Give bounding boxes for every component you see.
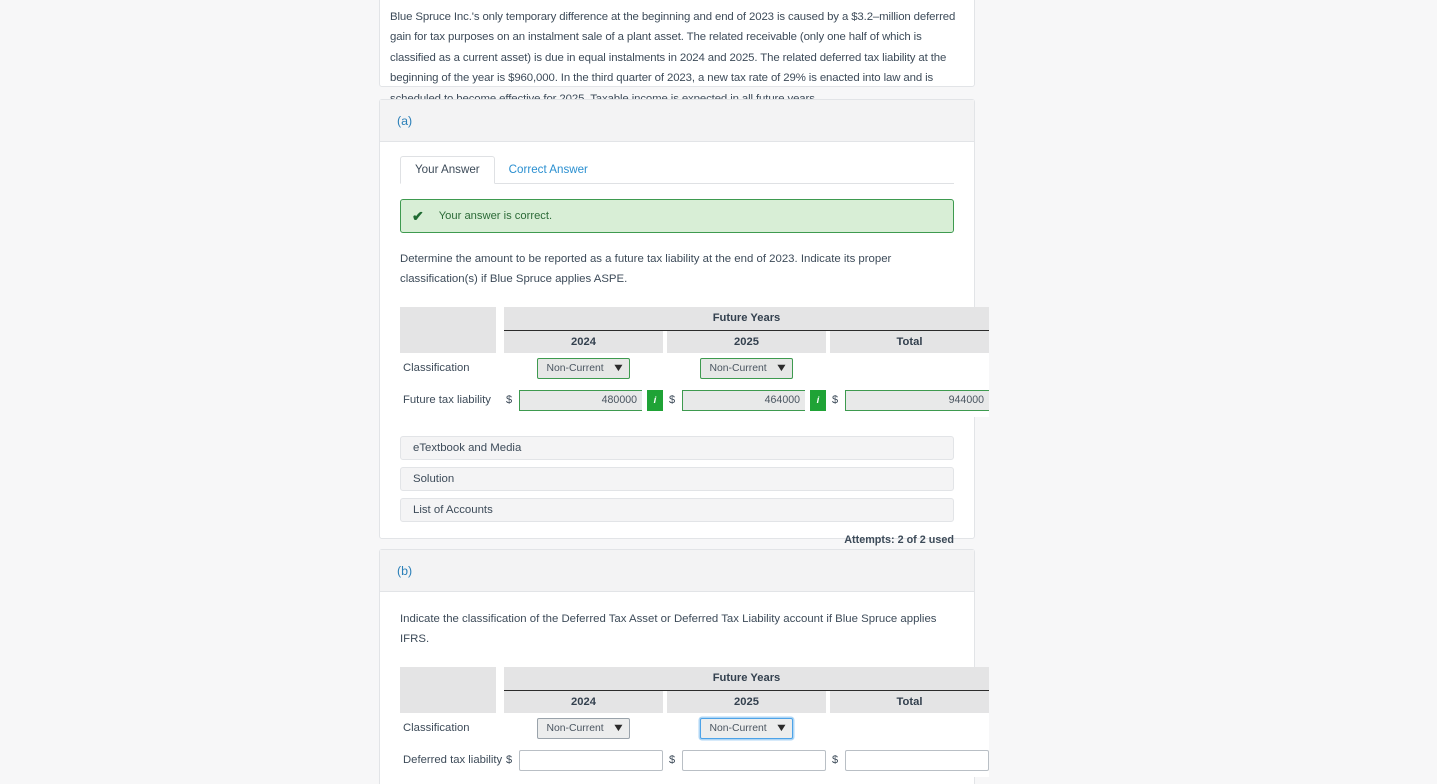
solution-button-a[interactable]: Solution — [400, 467, 954, 492]
header-spacer-label-b — [400, 667, 496, 691]
currency-symbol: $ — [506, 754, 513, 767]
info-badge-2025-icon[interactable]: i — [810, 389, 826, 411]
deferred-tax-liability-2024-input[interactable] — [519, 749, 663, 771]
part-b-card: (b) Indicate the classification of the D… — [379, 549, 989, 784]
part-a-label: (a) — [397, 113, 413, 128]
part-a-tabs: Your Answer Correct Answer — [400, 153, 954, 184]
classification-select-2025-a-value: Non-Current — [709, 362, 767, 374]
deferred-tax-liability-total-input[interactable] — [845, 749, 989, 771]
cell-amount-2024-a: $ 480000 i — [504, 383, 663, 418]
part-b-body: Indicate the classification of the Defer… — [380, 610, 989, 784]
part-b-header: (b) — [380, 550, 974, 592]
table-row-deferred-tax-liability: Deferred tax liability $ $ $ — [400, 743, 989, 778]
part-b-label: (b) — [397, 563, 413, 578]
problem-statement-text: Blue Spruce Inc.'s only temporary differ… — [390, 11, 956, 105]
row-label-deferred-tax-liability: Deferred tax liability — [400, 743, 502, 778]
classification-select-2025-b-value: Non-Current — [709, 722, 767, 734]
part-a-table: Future Years 2024 2025 Total Classificat… — [400, 307, 989, 418]
chevron-down-icon: ▼ — [611, 721, 625, 734]
part-a-accordion-list: eTextbook and Media Solution List of Acc… — [400, 436, 954, 523]
header-blank-gap — [496, 330, 504, 354]
classification-select-2024-b-value: Non-Current — [546, 722, 604, 734]
classification-select-2024-b[interactable]: Non-Current ▼ — [537, 717, 630, 739]
cell-amount-total-b: $ — [830, 743, 989, 778]
chevron-down-icon: ▼ — [774, 361, 788, 374]
check-icon: ✔ — [412, 208, 424, 224]
cell-classification-total-a — [830, 353, 989, 384]
cell-amount-2024-b: $ — [504, 743, 663, 778]
table-group-header-row: Future Years — [400, 307, 989, 331]
row-gap-a1 — [496, 353, 504, 384]
cell-classification-2025-a: Non-Current ▼ — [667, 353, 826, 384]
part-a-card: (a) Your Answer Correct Answer ✔ Your an… — [379, 99, 989, 546]
cell-amount-total-a: $ 944000 — [830, 383, 989, 418]
cell-classification-2024-a: Non-Current ▼ — [504, 353, 663, 384]
deferred-tax-liability-2025-input[interactable] — [682, 749, 826, 771]
page-root: Blue Spruce Inc.'s only temporary differ… — [0, 0, 1437, 784]
list-of-accounts-button-a[interactable]: List of Accounts — [400, 498, 954, 523]
classification-select-2025-a[interactable]: Non-Current ▼ — [700, 357, 793, 379]
part-b-table: Future Years 2024 2025 Total Classificat… — [400, 667, 989, 778]
row-label-classification-a: Classification — [400, 353, 496, 384]
chevron-down-icon: ▼ — [774, 721, 788, 734]
info-badge-2024-icon[interactable]: i — [647, 389, 663, 411]
row-gap-b1 — [496, 713, 504, 744]
chevron-down-icon: ▼ — [611, 361, 625, 374]
column-header-2024: 2024 — [504, 330, 663, 354]
tab-correct-answer[interactable]: Correct Answer — [495, 157, 602, 183]
table-row-classification-b: Classification Non-Current ▼ Non-Current… — [400, 713, 989, 744]
header-blank-gap-b — [496, 690, 504, 714]
future-tax-liability-2025-input[interactable]: 464000 — [682, 389, 805, 411]
header-blank-corner-b — [400, 690, 496, 714]
table-row-future-tax-liability: Future tax liability $ 480000 i $ 464000… — [400, 383, 989, 418]
column-header-2024-b: 2024 — [504, 690, 663, 714]
row-label-future-tax-liability: Future tax liability — [400, 383, 496, 418]
future-years-header: Future Years — [504, 307, 989, 331]
cell-amount-2025-b: $ — [667, 743, 826, 778]
currency-symbol: $ — [669, 394, 676, 407]
column-header-total: Total — [830, 330, 989, 354]
column-header-2025-b: 2025 — [667, 690, 826, 714]
classification-select-2024-a[interactable]: Non-Current ▼ — [537, 357, 630, 379]
tab-your-answer[interactable]: Your Answer — [400, 156, 495, 184]
answer-status-text: Your answer is correct. — [438, 210, 553, 222]
row-label-classification-b: Classification — [400, 713, 496, 744]
problem-statement-card: Blue Spruce Inc.'s only temporary differ… — [379, 0, 975, 105]
classification-select-2024-a-value: Non-Current — [546, 362, 604, 374]
column-header-2025: 2025 — [667, 330, 826, 354]
cell-amount-2025-a: $ 464000 i — [667, 383, 826, 418]
classification-select-2025-b[interactable]: Non-Current ▼ — [700, 717, 793, 739]
future-years-header-b: Future Years — [504, 667, 989, 691]
header-spacer-label — [400, 307, 496, 331]
cell-classification-total-b — [830, 713, 989, 744]
etextbook-and-media-button-a[interactable]: eTextbook and Media — [400, 436, 954, 461]
currency-symbol: $ — [832, 394, 839, 407]
part-a-header: (a) — [380, 100, 974, 142]
header-blank-corner — [400, 330, 496, 354]
header-spacer-gap — [496, 307, 504, 331]
part-b-prompt: Indicate the classification of the Defer… — [400, 613, 937, 645]
row-gap-a2 — [496, 383, 504, 418]
table-group-header-row-b: Future Years — [400, 667, 989, 691]
currency-symbol: $ — [669, 754, 676, 767]
column-header-total-b: Total — [830, 690, 989, 714]
cell-classification-2025-b: Non-Current ▼ — [667, 713, 826, 744]
part-a-prompt: Determine the amount to be reported as a… — [400, 253, 892, 285]
cell-classification-2024-b: Non-Current ▼ — [504, 713, 663, 744]
header-spacer-gap-b — [496, 667, 504, 691]
part-a-body: Your Answer Correct Answer ✔ Your answer… — [380, 153, 989, 560]
currency-symbol: $ — [506, 394, 513, 407]
table-column-header-row: 2024 2025 Total — [400, 330, 989, 354]
future-tax-liability-total-input[interactable]: 944000 — [845, 389, 989, 411]
future-tax-liability-2024-input[interactable]: 480000 — [519, 389, 642, 411]
answer-status-banner: ✔ Your answer is correct. — [400, 199, 954, 233]
table-column-header-row-b: 2024 2025 Total — [400, 690, 989, 714]
table-row-classification-a: Classification Non-Current ▼ Non-Current… — [400, 353, 989, 384]
currency-symbol: $ — [832, 754, 839, 767]
